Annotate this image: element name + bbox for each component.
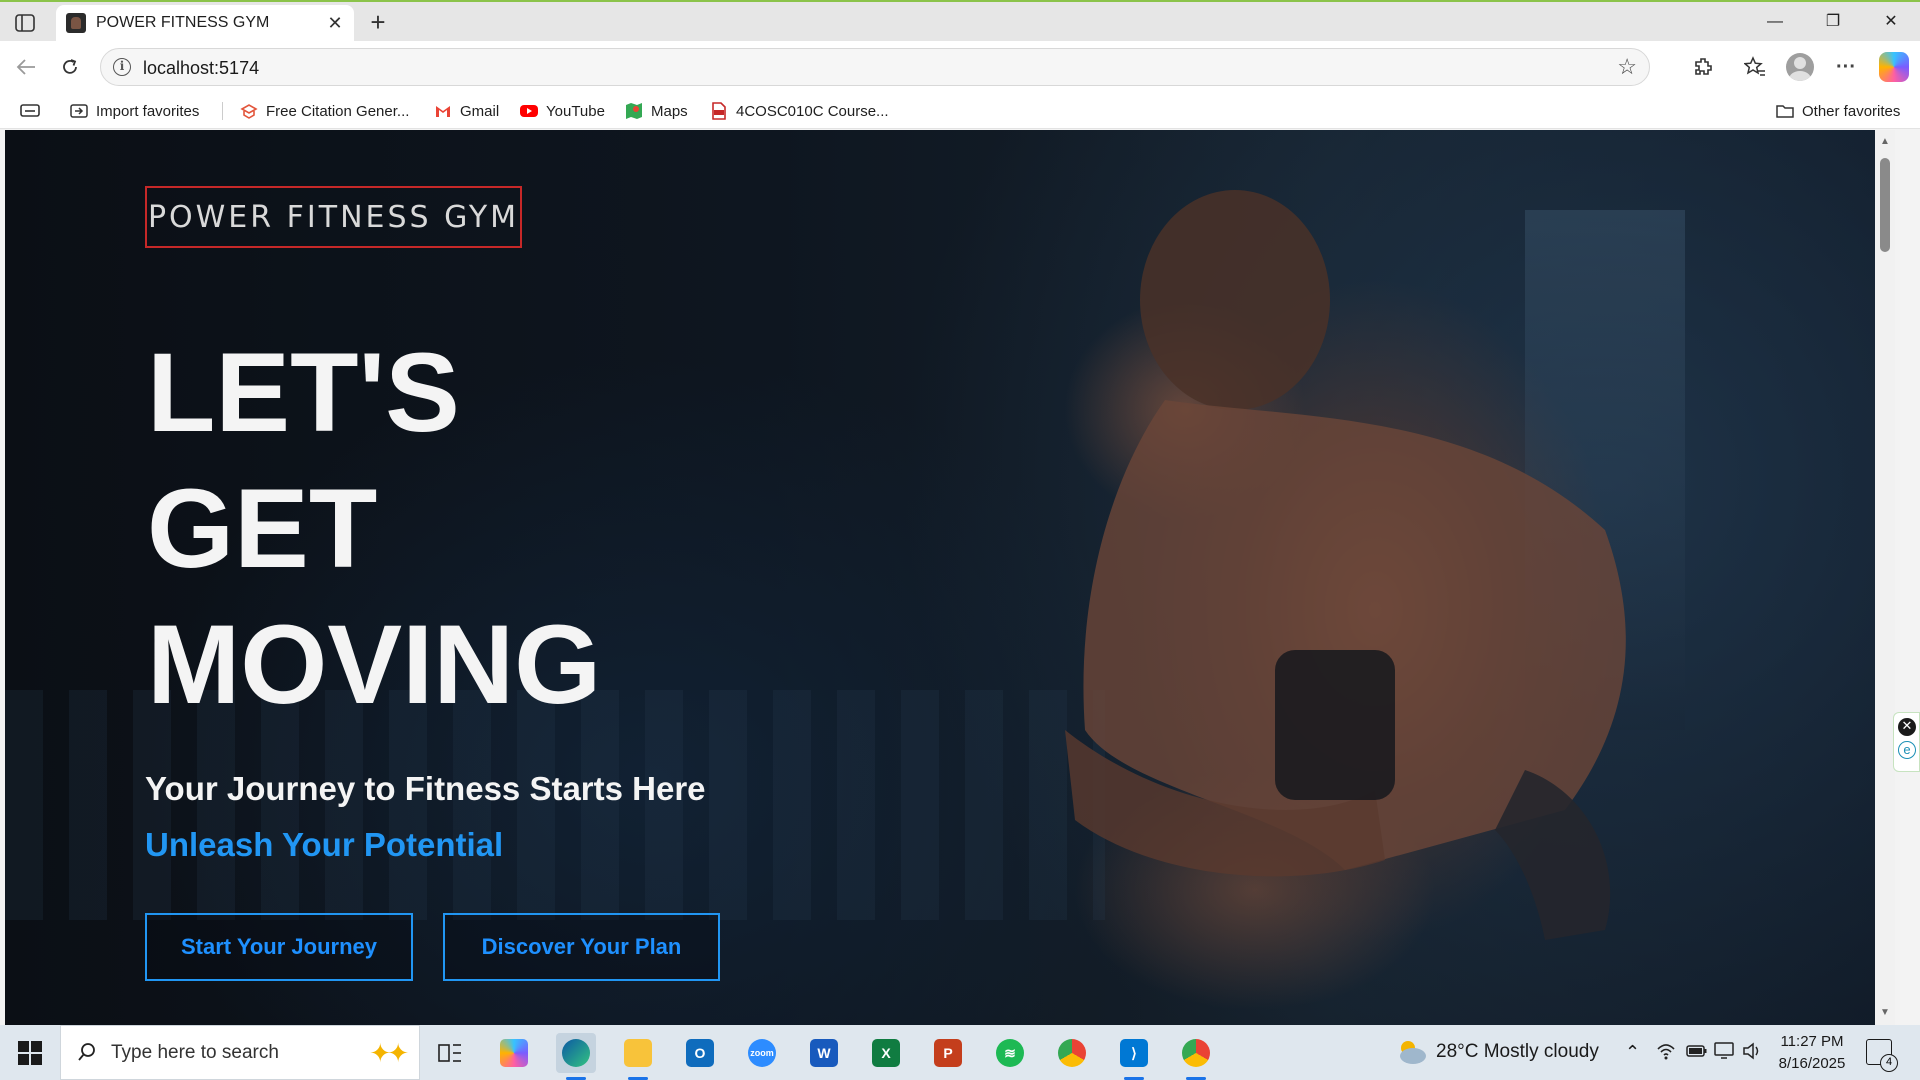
browser-window: POWER FITNESS GYM ✕ + — ❐ ✕ i localhost:… bbox=[0, 0, 1920, 1025]
favorites-divider bbox=[222, 102, 223, 120]
clock-date: 8/16/2025 bbox=[1778, 1055, 1846, 1072]
taskbar-search[interactable]: Type here to search ✦✦ bbox=[60, 1025, 420, 1080]
folder-icon bbox=[1776, 105, 1794, 118]
new-tab-button[interactable]: + bbox=[364, 8, 392, 36]
collections-icon[interactable] bbox=[20, 93, 40, 129]
wifi-icon[interactable] bbox=[1656, 1042, 1676, 1065]
profile-avatar[interactable] bbox=[1786, 53, 1814, 81]
volume-icon[interactable] bbox=[1742, 1042, 1762, 1065]
fav-label: Import favorites bbox=[96, 102, 200, 120]
system-clock[interactable]: 11:27 PM 8/16/2025 bbox=[1772, 1031, 1852, 1075]
weather-text[interactable]: 28°C Mostly cloudy bbox=[1436, 1041, 1599, 1063]
citation-icon bbox=[240, 104, 258, 119]
excel-icon[interactable]: X bbox=[866, 1033, 906, 1073]
fav-course[interactable]: 4COSC010C Course... bbox=[710, 93, 889, 129]
fav-label: Free Citation Gener... bbox=[266, 102, 410, 120]
side-widget: ✕ e bbox=[1893, 712, 1920, 772]
back-icon[interactable] bbox=[12, 53, 40, 81]
tab-active[interactable]: POWER FITNESS GYM ✕ bbox=[56, 5, 354, 43]
weather-cloudy-icon[interactable] bbox=[1394, 1039, 1428, 1065]
hero-tagline: Unleash Your Potential bbox=[145, 826, 504, 863]
copilot-taskbar-icon[interactable] bbox=[494, 1033, 534, 1073]
word-icon[interactable]: W bbox=[804, 1033, 844, 1073]
fav-import-favorites[interactable]: Import favorites bbox=[70, 93, 199, 129]
fav-label: YouTube bbox=[546, 102, 605, 120]
vscode-icon[interactable]: ⟩ bbox=[1114, 1033, 1154, 1080]
copilot-icon[interactable] bbox=[1879, 52, 1909, 82]
fav-youtube[interactable]: YouTube bbox=[520, 93, 605, 129]
fav-label: Gmail bbox=[460, 102, 500, 120]
gym-favicon-icon bbox=[66, 13, 86, 33]
fav-label: 4COSC010C Course... bbox=[736, 102, 889, 120]
import-icon bbox=[70, 104, 88, 118]
page-viewport: POWER FITNESS GYM LET'S GET MOVING Your … bbox=[5, 130, 1895, 1025]
fav-other-favorites[interactable]: Other favorites bbox=[1776, 93, 1900, 129]
windows-taskbar: Type here to search ✦✦ O zoom W X P ≋ ⟩ … bbox=[0, 1025, 1920, 1080]
battery-icon[interactable] bbox=[1686, 1042, 1708, 1063]
start-journey-button[interactable]: Start Your Journey bbox=[145, 913, 413, 981]
close-window-button[interactable]: ✕ bbox=[1868, 8, 1914, 36]
fav-free-citation[interactable]: Free Citation Gener... bbox=[240, 93, 409, 129]
youtube-icon bbox=[520, 105, 538, 117]
scroll-thumb[interactable] bbox=[1880, 158, 1890, 252]
task-view-icon[interactable] bbox=[430, 1033, 470, 1073]
search-placeholder: Type here to search bbox=[111, 1042, 279, 1063]
logo-text: POWER FITNESS GYM bbox=[147, 199, 520, 235]
gmail-icon bbox=[436, 106, 450, 117]
url-text[interactable]: localhost:5174 bbox=[143, 58, 259, 79]
search-icon bbox=[78, 1043, 95, 1061]
minimize-button[interactable]: — bbox=[1752, 8, 1798, 36]
discover-plan-button[interactable]: Discover Your Plan bbox=[443, 913, 720, 981]
hero-line-1: LET'S bbox=[147, 330, 460, 455]
hero-line-2: GET bbox=[147, 466, 378, 591]
powerpoint-icon[interactable]: P bbox=[928, 1033, 968, 1073]
pdf-icon bbox=[712, 102, 726, 120]
spotify-icon[interactable]: ≋ bbox=[990, 1033, 1030, 1073]
fav-label: Other favorites bbox=[1802, 102, 1901, 120]
athlete-image bbox=[1065, 190, 1626, 940]
fav-label: Maps bbox=[651, 102, 688, 120]
clock-time: 11:27 PM bbox=[1780, 1033, 1844, 1050]
notification-count: 4 bbox=[1880, 1054, 1898, 1072]
gym-logo[interactable]: POWER FITNESS GYM bbox=[145, 186, 522, 248]
extensions-icon[interactable] bbox=[1690, 53, 1718, 81]
display-icon[interactable] bbox=[1714, 1042, 1734, 1065]
address-bar[interactable]: i localhost:5174 ☆ bbox=[100, 48, 1650, 86]
more-menu-icon[interactable]: ··· bbox=[1832, 53, 1860, 81]
hero-title: LET'S GET MOVING bbox=[147, 325, 601, 733]
scroll-down-icon[interactable]: ▼ bbox=[1879, 1007, 1891, 1019]
hero-line-3: MOVING bbox=[147, 602, 602, 727]
tab-title: POWER FITNESS GYM bbox=[96, 14, 270, 31]
hero-subtitle: Your Journey to Fitness Starts Here bbox=[145, 770, 706, 807]
tray-overflow-icon[interactable]: ⌃ bbox=[1625, 1042, 1640, 1063]
favorite-star-icon[interactable]: ☆ bbox=[1617, 54, 1637, 80]
tab-bar: POWER FITNESS GYM ✕ + — ❐ ✕ bbox=[0, 0, 1920, 43]
notification-center-icon[interactable]: 4 bbox=[1866, 1039, 1898, 1072]
chrome-profile-icon[interactable] bbox=[1176, 1033, 1216, 1080]
chrome-icon[interactable] bbox=[1052, 1033, 1092, 1073]
refresh-icon[interactable] bbox=[56, 53, 84, 81]
page-scrollbar[interactable]: ▲ ▼ bbox=[1875, 130, 1895, 1025]
windows-start-icon[interactable] bbox=[18, 1041, 42, 1065]
tab-close-icon[interactable]: ✕ bbox=[324, 12, 346, 34]
tab-actions-icon[interactable] bbox=[12, 10, 38, 36]
fav-gmail[interactable]: Gmail bbox=[434, 93, 499, 129]
fav-maps[interactable]: Maps bbox=[625, 93, 688, 129]
file-explorer-icon[interactable] bbox=[618, 1033, 658, 1080]
outlook-icon[interactable]: O bbox=[680, 1033, 720, 1073]
maps-icon bbox=[626, 103, 642, 119]
widget-edge-icon[interactable]: e bbox=[1898, 741, 1916, 759]
favorites-icon[interactable] bbox=[1741, 53, 1769, 81]
widget-close-icon[interactable]: ✕ bbox=[1898, 718, 1916, 736]
browser-toolbar: i localhost:5174 ☆ ··· bbox=[0, 41, 1920, 93]
edge-taskbar-icon[interactable] bbox=[556, 1033, 596, 1080]
zoom-icon[interactable]: zoom bbox=[742, 1033, 782, 1073]
restore-button[interactable]: ❐ bbox=[1810, 8, 1856, 36]
scroll-up-icon[interactable]: ▲ bbox=[1879, 136, 1891, 148]
search-highlight-icon: ✦✦ bbox=[369, 1038, 409, 1068]
favorites-bar: Import favorites Free Citation Gener... … bbox=[0, 93, 1920, 129]
site-info-icon[interactable]: i bbox=[113, 58, 131, 76]
